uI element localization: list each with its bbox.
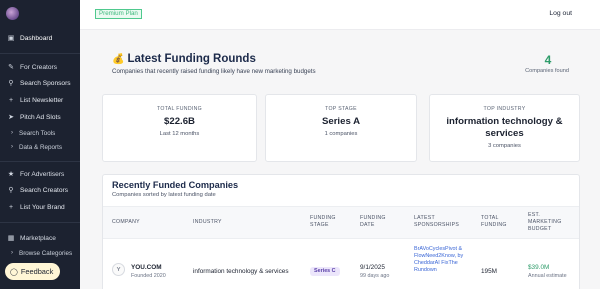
megaphone-icon: ★	[7, 171, 15, 178]
folder-icon: ▣	[7, 35, 15, 42]
column-header-funding-date[interactable]: FUNDING DATE	[360, 215, 394, 229]
search-icon: ⚲	[8, 80, 14, 87]
sidebar-item-search-creators[interactable]: ⚲ Search Creators	[0, 183, 80, 197]
sidebar-divider	[0, 222, 80, 223]
sidebar-item-label: Browse Categories	[19, 249, 73, 257]
sidebar-item-list-your-brand[interactable]: + List Your Brand	[0, 200, 80, 214]
table-subtitle: Companies sorted by latest funding date	[112, 192, 216, 198]
funding-stage-badge: Series C	[310, 267, 340, 276]
sidebar-item-dashboard[interactable]: ▣ Dashboard	[0, 31, 80, 45]
sidebar-divider	[0, 161, 80, 162]
sidebar-item-browse-categories[interactable]: › Browse Categories	[0, 246, 80, 260]
stat-label: TOP INDUSTRY	[483, 106, 526, 112]
stat-label: TOP STAGE	[325, 106, 357, 112]
chevron-right-icon: ›	[11, 144, 13, 150]
stat-subtext: Last 12 months	[159, 131, 200, 137]
company-name[interactable]: YOU.COM	[131, 264, 162, 271]
marketing-budget-note: Annual estimate	[528, 273, 567, 279]
sidebar-item-label: Dashboard	[20, 34, 53, 42]
page-title: 💰 Latest Funding Rounds	[112, 53, 256, 65]
sidebar-section-for-advertisers: ★ For Advertisers	[0, 167, 80, 181]
column-header-company[interactable]: COMPANY	[112, 219, 140, 226]
plus-icon: +	[8, 96, 14, 104]
page-subtitle: Companies that recently raised funding l…	[112, 68, 316, 75]
sidebar: ▣ Dashboard ✎ For Creators ⚲ Search Spon…	[0, 0, 80, 289]
sidebar-section-label: Marketplace	[20, 234, 56, 242]
stat-value: information technology & services	[446, 116, 563, 139]
sidebar-section-for-creators: ✎ For Creators	[0, 60, 80, 74]
marketing-budget-value: $39.0M	[528, 264, 550, 271]
chevron-right-icon: ›	[11, 250, 13, 256]
page-title-text: Latest Funding Rounds	[127, 53, 256, 65]
latest-sponsorships-links[interactable]: BrAVoCyclesPivot & FlowNeed2Know, by Che…	[414, 246, 464, 274]
sidebar-item-label: List Newsletter	[20, 96, 64, 104]
avatar[interactable]	[6, 7, 19, 20]
companies-count: 4	[544, 53, 552, 67]
stat-card-top-industry: TOP INDUSTRY information technology & se…	[429, 94, 580, 162]
funding-date: 9/1/2025	[360, 264, 385, 271]
sidebar-section-marketplace: ▦ Marketplace	[0, 231, 80, 245]
stat-subtext: 3 companies	[488, 143, 521, 149]
sidebar-item-label: List Your Brand	[20, 203, 65, 211]
rocket-icon: ➤	[8, 114, 14, 121]
logout-link[interactable]: Log out	[549, 10, 572, 17]
sidebar-item-label: Search Tools	[19, 129, 56, 137]
sidebar-section-label: For Advertisers	[20, 170, 65, 178]
table-title: Recently Funded Companies	[112, 180, 239, 190]
creator-icon: ✎	[8, 64, 14, 71]
column-header-total-funding[interactable]: TOTAL FUNDING	[481, 215, 515, 229]
sidebar-item-pitch-ad-slots[interactable]: ➤ Pitch Ad Slots	[0, 110, 80, 124]
store-icon: ▦	[7, 235, 15, 242]
column-header-funding-stage[interactable]: FUNDING STAGE	[310, 215, 344, 229]
total-funding-value: 195M	[481, 268, 497, 275]
sidebar-item-label: Data & Reports	[19, 143, 63, 151]
stat-value: $22.6B	[164, 116, 195, 127]
stat-card-top-stage: TOP STAGE Series A 1 companies	[265, 94, 417, 162]
sidebar-item-label: Search Sponsors	[20, 79, 71, 87]
funding-days-ago: 99 days ago	[360, 273, 390, 279]
plus-icon: +	[8, 203, 14, 211]
top-bar: Premium Plan Log out	[80, 0, 600, 30]
stat-value: Series A	[321, 116, 361, 127]
sidebar-item-data-reports[interactable]: › Data & Reports	[0, 140, 80, 154]
stat-label: TOTAL FUNDING	[156, 106, 203, 112]
feedback-label: Feedback	[20, 267, 54, 276]
company-logo: Y	[112, 263, 125, 276]
plan-badge: Premium Plan	[95, 9, 142, 19]
sidebar-section-label: For Creators	[20, 63, 58, 71]
money-bag-icon: 💰	[112, 53, 125, 65]
company-industry: information technology & services	[193, 268, 289, 275]
search-icon: ⚲	[8, 187, 14, 194]
column-header-industry[interactable]: INDUSTRY	[193, 219, 222, 226]
sidebar-item-list-newsletter[interactable]: + List Newsletter	[0, 93, 80, 107]
sidebar-divider	[0, 53, 80, 54]
column-header-est-marketing-budget[interactable]: EST. MARKETING BUDGET	[528, 212, 574, 233]
column-header-latest-sponsorships[interactable]: LATEST SPONSORSHIPS	[414, 215, 460, 229]
companies-count-label: Companies found	[525, 68, 569, 74]
chevron-right-icon: ›	[11, 130, 13, 136]
feedback-button[interactable]: ◯ Feedback	[5, 263, 61, 280]
chat-bubble-icon: ◯	[10, 268, 18, 276]
sidebar-item-search-tools[interactable]: › Search Tools	[0, 126, 80, 140]
company-founded: Founded 2020	[131, 273, 166, 279]
sidebar-item-label: Search Creators	[20, 186, 69, 194]
sidebar-item-search-sponsors[interactable]: ⚲ Search Sponsors	[0, 76, 80, 90]
stat-subtext: 1 companies	[324, 131, 358, 137]
sidebar-item-label: Pitch Ad Slots	[20, 113, 61, 121]
stat-card-total-funding: TOTAL FUNDING $22.6B Last 12 months	[102, 94, 257, 162]
